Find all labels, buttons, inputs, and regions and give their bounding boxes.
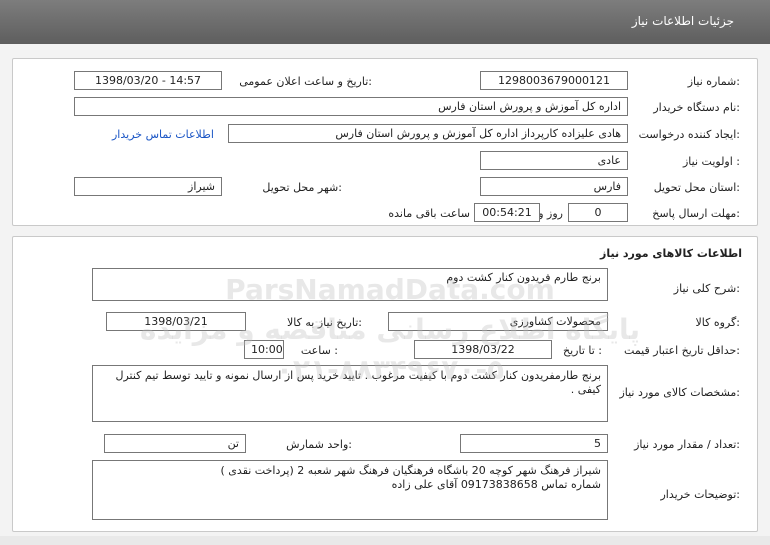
specs-label: مشخصات کالای مورد نیاز: xyxy=(619,386,740,399)
price-validity-label: حداقل تاریخ اعتبار قیمت: xyxy=(624,344,740,357)
summary-field[interactable]: برنج طارم فریدون کنار کشت دوم xyxy=(92,268,608,301)
remaining-label: ساعت باقی مانده xyxy=(388,207,470,220)
creator-label: ایجاد کننده درخواست: xyxy=(638,128,740,141)
need-number-field[interactable]: 1298003679000121 xyxy=(480,71,628,90)
description-line-phone: شماره تماس 09173838658 آقای علی زاده xyxy=(391,478,601,491)
city-field[interactable]: شیراز xyxy=(74,177,222,196)
buyer-description-field[interactable]: شیراز فرهنگ شهر کوچه 20 باشگاه فرهنگیان … xyxy=(92,460,608,520)
hour-label: ساعت : xyxy=(300,344,338,357)
city-label: شهر محل تحویل: xyxy=(262,181,342,194)
description-line-address: شیراز فرهنگ شهر کوچه 20 باشگاه فرهنگیان … xyxy=(220,464,601,477)
need-date-field[interactable]: 1398/03/21 xyxy=(106,312,246,331)
deadline-time-field[interactable]: 00:54:21 xyxy=(474,203,540,222)
announce-date-label: تاریخ و ساعت اعلان عمومی: xyxy=(239,75,372,88)
priority-field[interactable]: عادی xyxy=(480,151,628,170)
buyer-contact-link[interactable]: اطلاعات تماس خریدار xyxy=(112,128,214,141)
province-field[interactable]: فارس xyxy=(480,177,628,196)
to-date-label: تا تاریخ : xyxy=(563,344,602,357)
quantity-label: تعداد / مقدار مورد نیاز: xyxy=(634,438,740,451)
days-unit-label: روز و xyxy=(538,207,563,220)
deadline-days-field[interactable]: 0 xyxy=(568,203,628,222)
unit-field[interactable]: تن xyxy=(104,434,246,453)
goods-section-title: اطلاعات کالاهای مورد نیاز xyxy=(600,247,742,260)
deadline-label: مهلت ارسال پاسخ: xyxy=(652,207,740,220)
province-label: استان محل تحویل: xyxy=(653,181,740,194)
quantity-field[interactable]: 5 xyxy=(460,434,608,453)
hour-field[interactable]: 10:00 xyxy=(244,340,284,359)
page-header: جزئیات اطلاعات نیاز xyxy=(0,0,770,44)
priority-label: اولویت نیاز : xyxy=(682,155,740,168)
goods-group-field[interactable]: محصولات کشاورزی xyxy=(388,312,608,331)
buyer-org-label: نام دستگاه خریدار: xyxy=(653,101,740,114)
to-date-field[interactable]: 1398/03/22 xyxy=(414,340,552,359)
unit-label: واحد شمارش: xyxy=(286,438,352,451)
buyer-description-label: توضیحات خریدار: xyxy=(660,488,741,501)
page-title: جزئیات اطلاعات نیاز xyxy=(631,14,734,28)
specs-field[interactable]: برنج طارمفریدون کنار کشت دوم با کیفیت مر… xyxy=(92,365,608,422)
need-number-label: شماره نیاز: xyxy=(687,75,740,88)
need-date-label: تاریخ نیاز به کالا: xyxy=(287,316,362,329)
creator-field[interactable]: هادی علیزاده کارپرداز اداره کل آموزش و پ… xyxy=(228,124,628,143)
buyer-org-field[interactable]: اداره کل آموزش و پرورش استان فارس xyxy=(74,97,628,116)
goods-group-label: گروه کالا: xyxy=(695,316,740,329)
announce-date-field[interactable]: 1398/03/20 - 14:57 xyxy=(74,71,222,90)
bottom-strip xyxy=(0,536,770,545)
summary-label: شرح کلی نیاز: xyxy=(673,282,740,295)
